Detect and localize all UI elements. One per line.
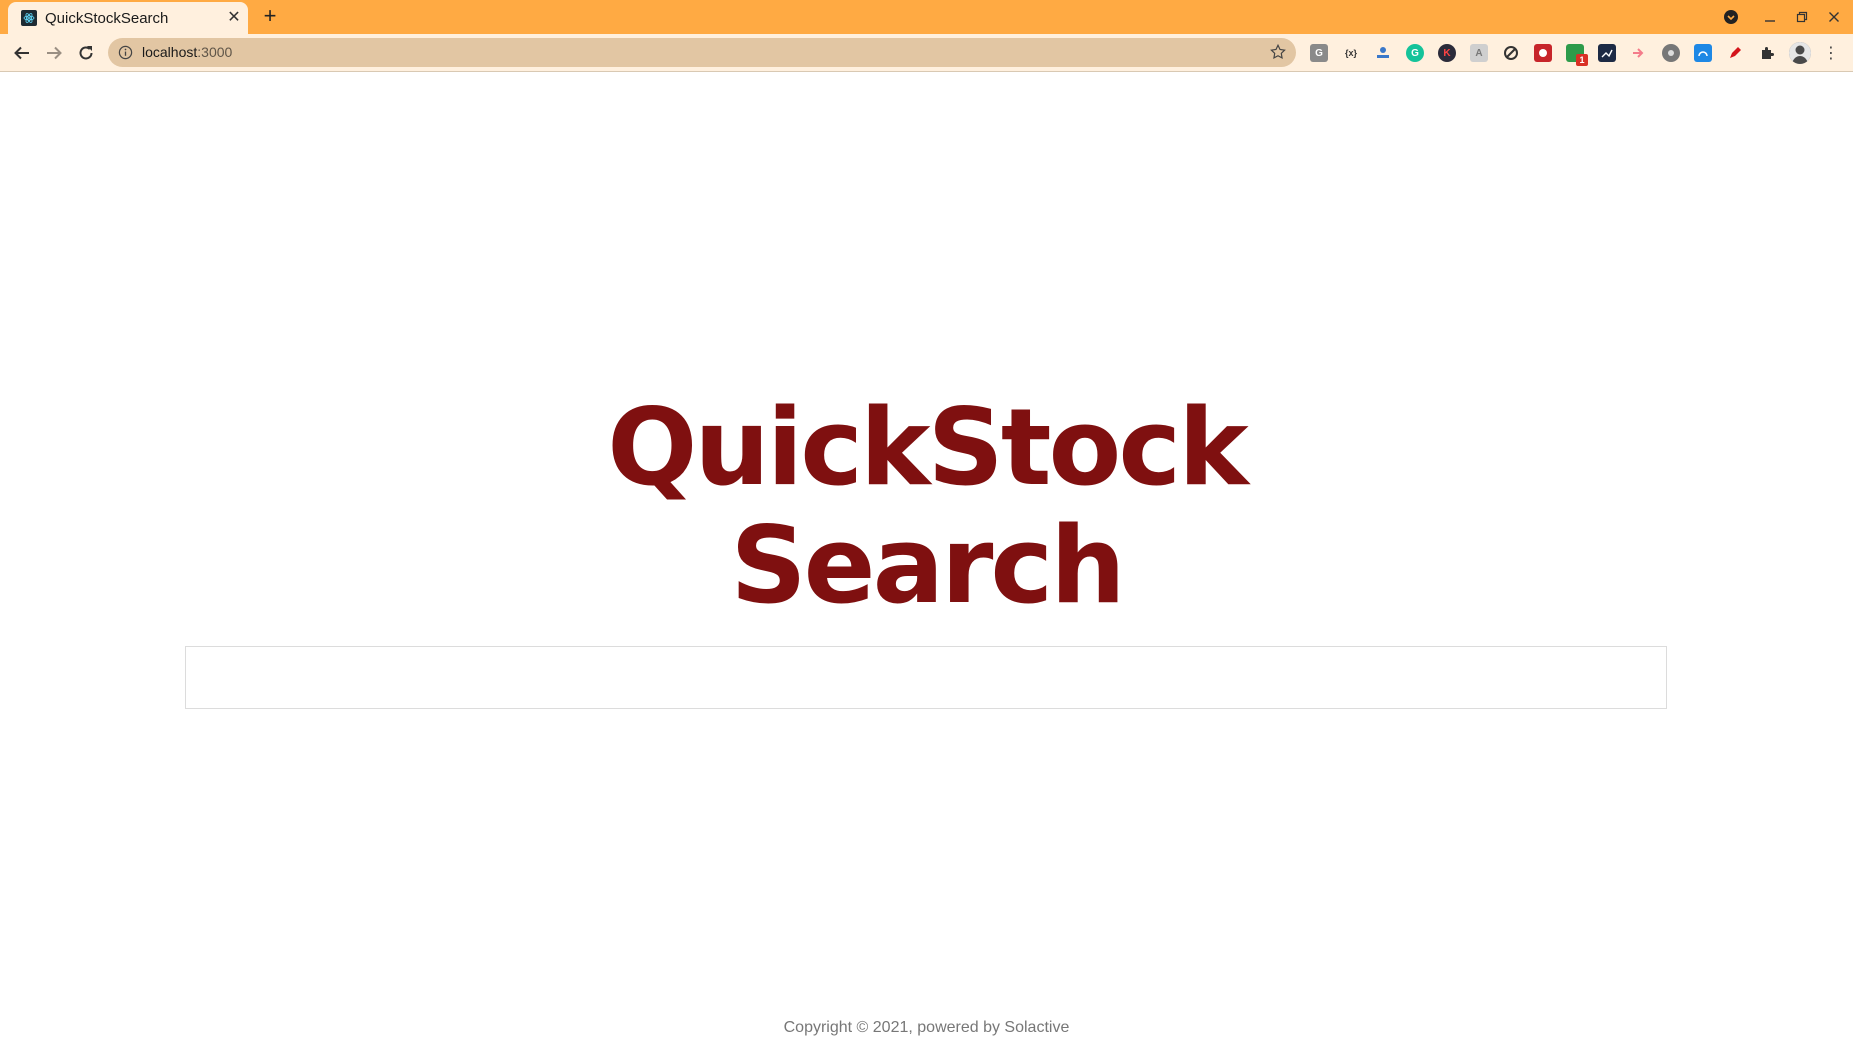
- red-extension-icon[interactable]: [1534, 44, 1552, 62]
- k-extension-icon[interactable]: K: [1438, 44, 1456, 62]
- minimize-icon[interactable]: [1759, 6, 1781, 28]
- spreadsheet-extension-icon[interactable]: 1: [1566, 44, 1588, 66]
- new-tab-icon[interactable]: +: [259, 5, 281, 27]
- analytics-extension-icon[interactable]: [1598, 44, 1616, 62]
- url-text: localhost:3000: [142, 44, 232, 60]
- back-arrow-icon[interactable]: [9, 40, 35, 66]
- footer-copyright: Copyright © 2021, powered by Solactive: [783, 1019, 1070, 1036]
- react-favicon-icon: [21, 10, 37, 26]
- reload-icon[interactable]: [73, 40, 99, 66]
- url-host: localhost: [142, 44, 198, 60]
- grammarly-extension-icon[interactable]: G: [1406, 44, 1424, 62]
- tab-close-icon[interactable]: ✕: [224, 8, 244, 28]
- refresh-extension-icon[interactable]: [1502, 44, 1520, 62]
- arrow-extension-icon[interactable]: [1630, 44, 1648, 62]
- tab-title: QuickStockSearch: [45, 10, 169, 27]
- stock-search-input[interactable]: [185, 646, 1667, 709]
- circle-extension-icon[interactable]: [1662, 44, 1680, 62]
- close-window-icon[interactable]: [1823, 6, 1845, 28]
- forward-arrow-icon[interactable]: [41, 40, 67, 66]
- site-info-icon[interactable]: [118, 45, 133, 60]
- address-bar[interactable]: localhost:3000: [108, 38, 1296, 67]
- tab-strip: QuickStockSearch ✕ +: [0, 0, 1853, 34]
- url-port: :3000: [197, 44, 233, 60]
- pen-extension-icon[interactable]: [1726, 44, 1744, 62]
- stamp-extension-icon[interactable]: [1374, 44, 1392, 62]
- browser-menu-icon[interactable]: ⋮: [1822, 43, 1840, 63]
- bookmark-star-icon[interactable]: [1269, 43, 1287, 61]
- translate-extension-icon[interactable]: A: [1470, 44, 1488, 62]
- page-title-line-2: Search: [730, 504, 1125, 627]
- browser-toolbar: localhost:3000 G {x} G K A 1 ⋮: [0, 34, 1853, 72]
- profile-avatar[interactable]: [1789, 42, 1811, 64]
- page-content: QuickStock Search Copyright © 2021, powe…: [0, 72, 1853, 1053]
- tab-search-icon[interactable]: [1720, 6, 1742, 28]
- meter-extension-icon[interactable]: [1694, 44, 1712, 62]
- page-title-line-1: QuickStock: [607, 386, 1248, 509]
- json-formatter-extension-icon[interactable]: {x}: [1342, 44, 1360, 62]
- browser-tab[interactable]: QuickStockSearch ✕: [8, 2, 248, 34]
- google-translate-extension-icon[interactable]: G: [1310, 44, 1328, 62]
- puzzle-extensions-icon[interactable]: [1758, 44, 1776, 62]
- restore-icon[interactable]: [1791, 6, 1813, 28]
